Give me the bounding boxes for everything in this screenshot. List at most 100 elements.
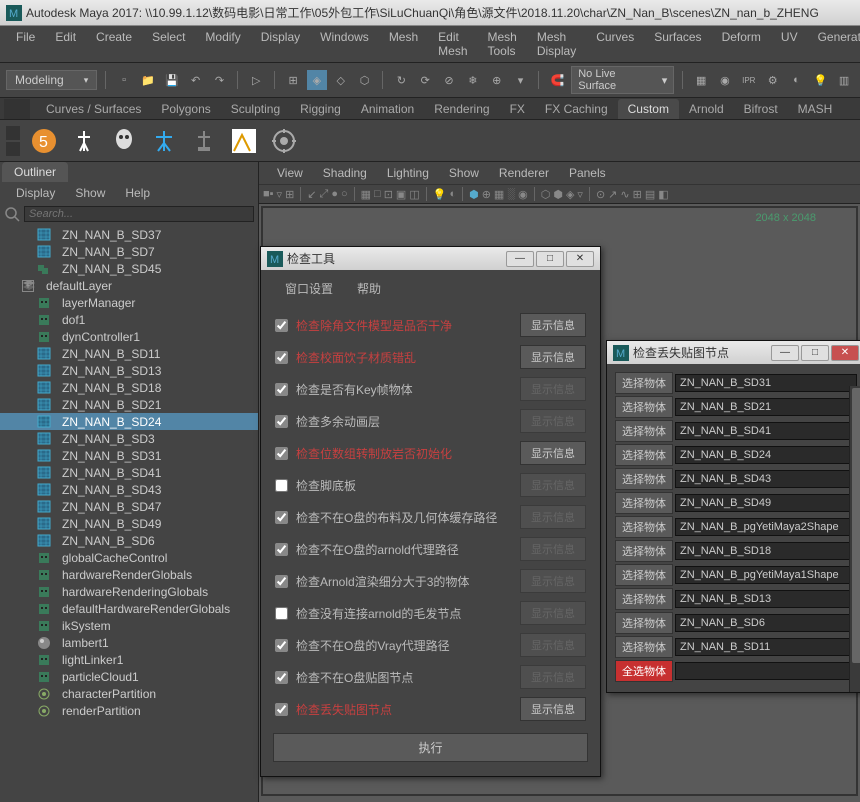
outliner-item[interactable]: renderPartition [0,702,258,719]
select-object-button[interactable]: 选择物体 [615,468,673,490]
check-menu-item[interactable]: 帮助 [345,278,393,299]
menu-display[interactable]: Display [251,28,310,60]
outliner-item[interactable]: dof1 [0,311,258,328]
snap-curve-icon[interactable]: ◈ [307,70,327,90]
shelf-settings-icon[interactable] [6,142,20,156]
light-editor-icon[interactable]: 💡 [810,70,830,90]
shelf-view-toggle-icon[interactable] [6,126,20,140]
outliner-item[interactable]: ZN_NAN_B_SD49 [0,515,258,532]
menu-edit[interactable]: Edit [45,28,86,60]
construction-history-icon[interactable]: ⟳ [415,70,435,90]
vp-icon[interactable]: ⤢ [320,188,329,201]
outliner-item[interactable]: ZN_NAN_B_SD6 [0,532,258,549]
viewport-menu-renderer[interactable]: Renderer [489,164,559,182]
vp-icon[interactable]: ░ [507,188,515,200]
dialog-title-bar[interactable]: M 检查工具 — □ ✕ [261,247,600,270]
select-object-button[interactable]: 选择物体 [615,372,673,394]
select-object-button[interactable]: 选择物体 [615,444,673,466]
menu-mesh[interactable]: Mesh [379,28,428,60]
show-info-button[interactable]: 显示信息 [520,697,586,721]
snap-grid-icon[interactable]: ⊞ [283,70,303,90]
vp-icon[interactable]: ▤ [645,188,655,201]
shelf-item-3[interactable] [108,125,140,157]
vp-icon[interactable]: ◉ [518,188,528,201]
shelf-options-icon[interactable] [4,99,30,119]
hypershade-icon[interactable]: ◐ [787,70,807,90]
menu-mesh-tools[interactable]: Mesh Tools [478,28,527,60]
outliner-item[interactable]: defaultHardwareRenderGlobals [0,600,258,617]
select-object-button[interactable]: 选择物体 [615,420,673,442]
shelf-item-4[interactable] [148,125,180,157]
outliner-item[interactable]: dynController1 [0,328,258,345]
object-name-field[interactable] [675,494,857,512]
scrollbar[interactable] [849,386,860,692]
outliner-tree[interactable]: ZN_NAN_B_SD37ZN_NAN_B_SD7ZN_NAN_B_SD45+d… [0,224,258,721]
check-checkbox[interactable] [275,543,288,556]
menu-surfaces[interactable]: Surfaces [644,28,711,60]
select-object-button[interactable]: 选择物体 [615,492,673,514]
viewport-menu-lighting[interactable]: Lighting [377,164,439,182]
shelf-tab-mash[interactable]: MASH [788,99,843,119]
menu-curves[interactable]: Curves [586,28,644,60]
show-info-button[interactable]: 显示信息 [520,345,586,369]
vp-icon[interactable]: ▣ [396,188,406,201]
center-pivot-icon[interactable]: ⊕ [487,70,507,90]
outliner-menu-help[interactable]: Help [115,184,160,202]
magnet-icon[interactable]: 🧲 [547,70,567,90]
select-tool-icon[interactable]: ▷ [246,70,266,90]
shelf-tab-fx-caching[interactable]: FX Caching [535,99,618,119]
outliner-item[interactable]: ZN_NAN_B_SD41 [0,464,258,481]
check-checkbox[interactable] [275,479,288,492]
outliner-item[interactable]: ZN_NAN_B_SD31 [0,447,258,464]
vp-icon[interactable]: ▦ [494,188,504,201]
vp-icon[interactable]: ◐ [449,188,456,200]
shelf-item-1[interactable]: 5 [28,125,60,157]
object-name-field[interactable] [675,446,857,464]
object-name-field[interactable] [675,518,857,536]
outliner-item[interactable]: ZN_NAN_B_SD18 [0,379,258,396]
select-object-button[interactable]: 选择物体 [615,396,673,418]
check-menu-item[interactable]: 窗口设置 [273,278,345,299]
delete-history-icon[interactable]: ⊘ [439,70,459,90]
live-surface-dropdown[interactable]: No Live Surface▾ [571,66,674,94]
select-object-button[interactable]: 选择物体 [615,516,673,538]
minimize-button[interactable]: — [506,251,534,267]
execute-button[interactable]: 执行 [273,733,588,762]
outliner-item[interactable]: ZN_NAN_B_SD24 [0,413,258,430]
outliner-item[interactable]: ZN_NAN_B_SD21 [0,396,258,413]
shelf-tab-rigging[interactable]: Rigging [290,99,351,119]
vp-icon[interactable]: ◧ [658,188,668,201]
outliner-item[interactable]: globalCacheControl [0,549,258,566]
object-name-field[interactable] [675,638,857,656]
outliner-item[interactable]: ZN_NAN_B_SD43 [0,481,258,498]
outliner-item[interactable]: ikSystem [0,617,258,634]
minimize-button[interactable]: — [771,345,799,361]
outliner-item[interactable]: ZN_NAN_B_SD3 [0,430,258,447]
vp-icon[interactable]: ∿ [620,188,629,201]
render-icon[interactable]: ◉ [715,70,735,90]
vp-icon[interactable]: ↙ [307,188,316,201]
vp-icon[interactable]: ⊞ [285,188,294,201]
select-object-button[interactable]: 选择物体 [615,636,673,658]
check-checkbox[interactable] [275,351,288,364]
viewport-menu-show[interactable]: Show [439,164,489,182]
outliner-item[interactable]: ZN_NAN_B_SD45 [0,260,258,277]
outliner-item[interactable]: hardwareRenderingGlobals [0,583,258,600]
check-checkbox[interactable] [275,639,288,652]
vp-icon[interactable]: ⬢ [553,188,563,201]
menu-file[interactable]: File [6,28,45,60]
object-name-field[interactable] [675,542,857,560]
vp-icon[interactable]: ⬢ [469,188,479,201]
shelf-item-2[interactable] [68,125,100,157]
vp-icon[interactable]: ○ [341,188,348,200]
select-object-button[interactable]: 选择物体 [615,612,673,634]
menu-create[interactable]: Create [86,28,142,60]
viewport-menu-view[interactable]: View [267,164,313,182]
shelf-tab-polygons[interactable]: Polygons [151,99,220,119]
history-icon[interactable]: ↻ [391,70,411,90]
check-checkbox[interactable] [275,511,288,524]
object-name-field[interactable] [675,662,857,680]
vp-icon[interactable]: □ [374,188,381,200]
search-icon[interactable] [4,206,20,222]
dialog-title-bar[interactable]: M 检查丢失贴图节点 — □ ✕ [607,341,860,364]
